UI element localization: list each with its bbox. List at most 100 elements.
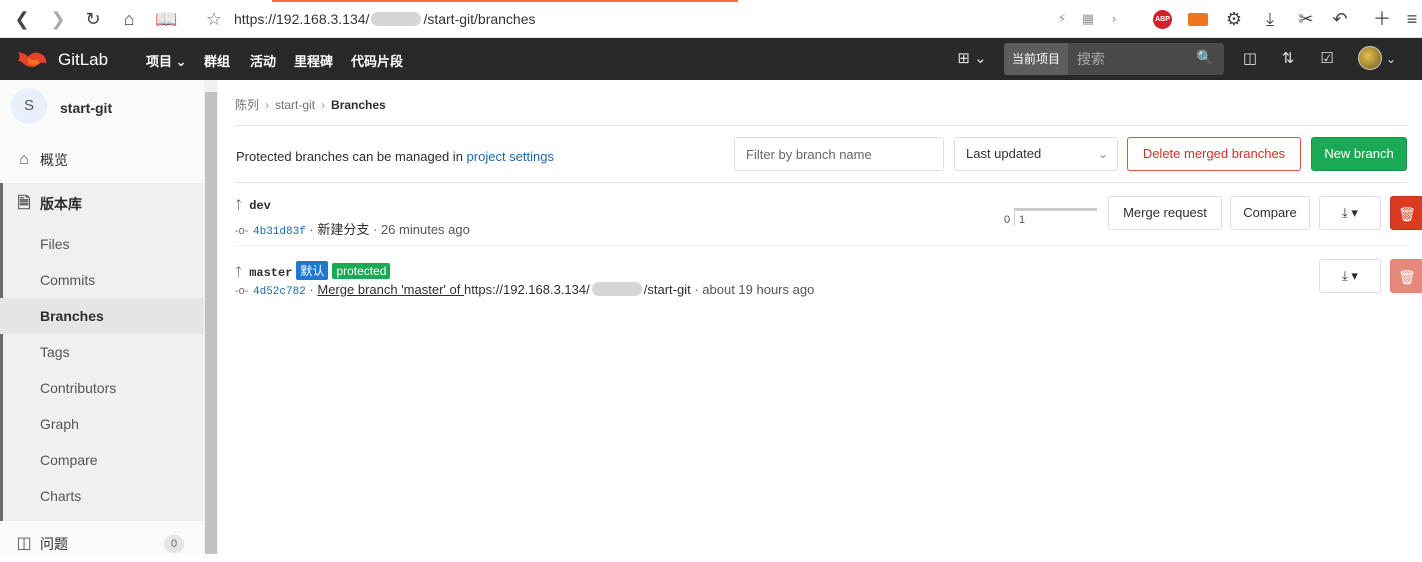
- sidebar-item-branches[interactable]: Branches: [0, 298, 204, 334]
- merge-request-button[interactable]: Merge request: [1108, 196, 1222, 230]
- new-branch-button[interactable]: New branch: [1311, 137, 1407, 171]
- protected-branches-note: Protected branches can be managed in pro…: [236, 149, 554, 164]
- new-tab-plus-icon[interactable]: ＋: [1372, 9, 1392, 29]
- project-settings-link[interactable]: project settings: [467, 149, 554, 164]
- sidebar-item-tags[interactable]: Tags: [0, 334, 204, 370]
- sort-value: Last updated: [966, 146, 1042, 161]
- sort-dropdown[interactable]: Last updated ⌄: [954, 137, 1118, 171]
- chevron-right-icon[interactable]: ›: [1104, 9, 1124, 29]
- new-item-plus-icon[interactable]: ⊞ ⌄: [954, 47, 990, 71]
- nav-milestones[interactable]: 里程碑: [294, 51, 333, 70]
- redacted-blur: [371, 12, 422, 26]
- nav-groups[interactable]: 群组: [204, 51, 230, 70]
- project-name[interactable]: start-git: [60, 100, 112, 116]
- download-dropdown-button[interactable]: ⤓ ▾: [1319, 196, 1381, 230]
- gitlab-header: GitLab 项目 ⌄ 群组 活动 里程碑 代码片段 ⊞ ⌄ 当前项目 🔍 ◫ …: [0, 38, 1422, 80]
- breadcrumb-project[interactable]: start-git: [275, 98, 315, 112]
- browser-toolbar: ❮ ❯ ↻ ⌂ 📖 ☆ https://192.168.3.134/ /start…: [0, 0, 1422, 38]
- branch-row: ᛏ master 默认 protected -o- 4d52c782 · Merge b…: [235, 247, 1422, 307]
- divergence-graph: 0 1: [1001, 194, 1097, 228]
- search-scope[interactable]: 当前项目: [1004, 43, 1068, 75]
- chevron-right-icon: ›: [321, 98, 326, 112]
- adblock-label: ABP: [1155, 16, 1170, 23]
- bookmark-star-icon[interactable]: ☆: [204, 9, 224, 29]
- sidebar-item-repository[interactable]: 🗎 版本库: [0, 186, 204, 222]
- url-prefix: https://192.168.3.134/: [234, 11, 370, 27]
- sidebar-item-commits[interactable]: Commits: [0, 262, 204, 298]
- todos-check-icon[interactable]: ☑: [1315, 47, 1339, 71]
- chevron-right-icon: ›: [265, 98, 270, 112]
- sidebar-scrollbar-thumb[interactable]: [205, 92, 217, 554]
- branch-name[interactable]: dev: [249, 199, 271, 213]
- chevron-down-icon: ⌄: [1097, 147, 1108, 161]
- adblock-icon[interactable]: ABP: [1153, 10, 1172, 29]
- branch-commit: -o- 4d52c782 · Merge branch 'master' of h…: [235, 282, 815, 298]
- compare-button[interactable]: Compare: [1230, 196, 1310, 230]
- undo-icon[interactable]: ↶: [1330, 9, 1350, 29]
- commit-message-url-suffix: /start-git: [643, 282, 691, 297]
- home-icon: ⌂: [19, 151, 29, 168]
- home-icon[interactable]: ⌂: [119, 9, 139, 29]
- qr-code-icon[interactable]: ▦: [1078, 9, 1098, 29]
- breadcrumb-current[interactable]: Branches: [331, 98, 386, 112]
- branch-name-wrap: ᛏ master 默认 protected: [235, 261, 391, 280]
- nav-activity[interactable]: 活动: [250, 51, 276, 70]
- behind-count: 0: [1004, 214, 1011, 226]
- sidebar-item-compare[interactable]: Compare: [0, 442, 204, 478]
- video-camera-icon[interactable]: [1188, 13, 1208, 26]
- commit-sha[interactable]: 4b31d83f: [253, 226, 306, 238]
- download-dropdown-button[interactable]: ⤓ ▾: [1319, 259, 1381, 293]
- branch-name[interactable]: master: [249, 266, 292, 280]
- filter-branch-input[interactable]: [734, 137, 944, 171]
- search-icon[interactable]: 🔍: [1196, 49, 1216, 69]
- download-icon[interactable]: ⤓: [1260, 9, 1280, 29]
- project-sidebar: S start-git ⌂ 概览 🗎 版本库 Files Commits Bra…: [0, 80, 218, 554]
- scissors-icon[interactable]: ✂: [1296, 9, 1316, 29]
- sidebar-item-issues[interactable]: ◫ 问题 0: [0, 526, 204, 562]
- extension-icon[interactable]: ⚙: [1224, 9, 1244, 29]
- user-avatar[interactable]: [1358, 46, 1382, 70]
- commit-sha[interactable]: 4d52c782: [253, 286, 306, 298]
- gitlab-logo-icon[interactable]: [14, 45, 50, 73]
- download-icon: ⤓: [1342, 205, 1348, 220]
- divider: [235, 125, 1407, 126]
- sidebar-item-label: 问题: [40, 536, 68, 552]
- sidebar-item-graph[interactable]: Graph: [0, 406, 204, 442]
- merge-requests-icon[interactable]: ⇅: [1276, 47, 1300, 71]
- trash-icon: 🗑: [1398, 206, 1416, 222]
- protected-badge: protected: [332, 263, 391, 279]
- project-avatar[interactable]: S: [11, 88, 47, 124]
- nav-projects[interactable]: 项目 ⌄: [146, 51, 187, 70]
- url-suffix: /start-git/branches: [423, 11, 536, 27]
- branch-row: ᛏ dev -o- 4b31d83f · 新建分支 · 26 minutes ago…: [235, 184, 1422, 244]
- reload-icon[interactable]: ↻: [83, 9, 103, 29]
- flash-icon[interactable]: ⚡: [1052, 9, 1072, 29]
- reader-icon[interactable]: 📖: [155, 9, 177, 29]
- gitlab-brand[interactable]: GitLab: [58, 50, 108, 70]
- document-icon: 🗎: [17, 195, 31, 212]
- commit-message[interactable]: 新建分支: [317, 222, 369, 237]
- redacted-blur: [591, 282, 642, 296]
- sidebar-item-files[interactable]: Files: [0, 226, 204, 262]
- sidebar-item-overview[interactable]: ⌂ 概览: [0, 142, 204, 178]
- address-bar[interactable]: https://192.168.3.134/ /start-git/branche…: [234, 11, 536, 27]
- main-content: 陈列 › start-git › Branches Protected branches…: [218, 80, 1422, 554]
- breadcrumb-group[interactable]: 陈列: [235, 98, 259, 112]
- delete-branch-button[interactable]: 🗑: [1390, 196, 1422, 230]
- ahead-count: 1: [1019, 214, 1026, 226]
- forward-icon[interactable]: ❯: [48, 9, 68, 29]
- issues-icon: ◫: [16, 535, 32, 552]
- menu-icon[interactable]: ≡: [1402, 9, 1422, 29]
- sidebar-toggle-icon[interactable]: ◫: [1238, 47, 1262, 71]
- nav-snippets[interactable]: 代码片段: [351, 51, 403, 70]
- divergence-separator: [1014, 208, 1015, 226]
- search-input[interactable]: [1068, 43, 1196, 75]
- delete-merged-branches-button[interactable]: Delete merged branches: [1127, 137, 1301, 171]
- sidebar-item-charts[interactable]: Charts: [0, 478, 204, 514]
- sidebar-item-contributors[interactable]: Contributors: [0, 370, 204, 406]
- commit-icon: -o-: [235, 285, 249, 297]
- commit-time: 26 minutes ago: [380, 222, 470, 237]
- back-icon[interactable]: ❮: [12, 9, 32, 29]
- commit-message-link[interactable]: Merge branch 'master' of: [317, 282, 464, 297]
- user-menu-chevron-icon[interactable]: ⌄: [1384, 47, 1398, 71]
